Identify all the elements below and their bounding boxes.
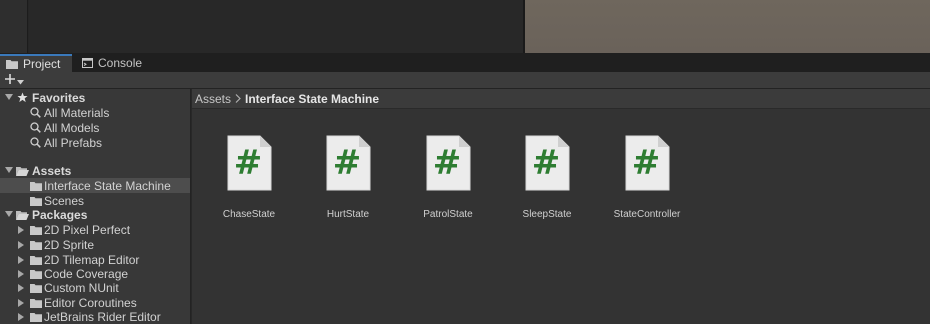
tab-console[interactable]: Console: [76, 54, 150, 72]
folder-icon: [29, 297, 42, 309]
star-icon: [16, 92, 29, 104]
folder-icon: [29, 180, 42, 192]
folder-icon: [29, 195, 42, 207]
packages-label: Packages: [32, 207, 88, 222]
tree-row-packages[interactable]: Packages: [0, 207, 190, 222]
tab-bar: Project Console: [0, 53, 930, 72]
tab-project[interactable]: Project: [0, 54, 72, 72]
asset-file[interactable]: # PatrolState: [403, 135, 493, 225]
asset-file-name: HurtState: [326, 209, 370, 220]
favorites-item[interactable]: All Materials: [0, 105, 190, 120]
left-side-panel: [0, 0, 28, 53]
chevron-down-icon: [17, 74, 24, 88]
script-hash-glyph: #: [333, 143, 362, 183]
package-item-label: Code Coverage: [44, 266, 129, 281]
package-item[interactable]: Custom NUnit: [0, 280, 190, 295]
collapsed-arrow-icon[interactable]: [16, 269, 26, 279]
package-item[interactable]: 2D Tilemap Editor: [0, 252, 190, 267]
csharp-script-icon: #: [326, 135, 371, 191]
package-item[interactable]: Code Coverage: [0, 266, 190, 281]
collapsed-arrow-icon[interactable]: [16, 225, 26, 235]
assets-label: Assets: [32, 163, 72, 178]
package-item[interactable]: Editor Coroutines: [0, 295, 190, 310]
collapsed-arrow-icon[interactable]: [16, 283, 26, 293]
console-icon: [82, 58, 93, 68]
favorites-item[interactable]: All Models: [0, 120, 190, 135]
assets-item-label: Scenes: [44, 193, 85, 208]
open-folder-icon: [16, 209, 29, 221]
csharp-script-icon: #: [227, 135, 272, 191]
script-hash-glyph: #: [532, 143, 561, 183]
csharp-script-icon: #: [625, 135, 670, 191]
script-hash-glyph: #: [632, 143, 661, 183]
top-editor-region: [0, 0, 930, 53]
package-item-label: 2D Pixel Perfect: [44, 222, 131, 237]
asset-file[interactable]: # ChaseState: [204, 135, 294, 225]
folder-icon: [29, 311, 42, 323]
chevron-right-icon: [235, 92, 241, 106]
assets-item[interactable]: Scenes: [0, 193, 190, 208]
hierarchy-panel[interactable]: [29, 0, 523, 53]
search-icon: [29, 122, 42, 134]
folder-icon: [29, 282, 42, 294]
tree-row-favorites[interactable]: Favorites: [0, 90, 190, 105]
asset-file-name: SleepState: [522, 209, 572, 220]
project-tree-panel[interactable]: Favorites All Materials All Models All P…: [0, 89, 191, 324]
favorites-item-label: All Prefabs: [44, 135, 103, 150]
package-item-label: 2D Tilemap Editor: [44, 252, 140, 267]
asset-file-name: ChaseState: [222, 209, 276, 220]
folder-icon: [6, 59, 18, 69]
tab-console-label: Console: [98, 56, 143, 70]
collapsed-arrow-icon[interactable]: [16, 312, 26, 322]
expand-arrow-icon[interactable]: [4, 166, 14, 176]
asset-file[interactable]: # HurtState: [303, 135, 393, 225]
breadcrumb-current[interactable]: Interface State Machine: [245, 92, 379, 106]
asset-file[interactable]: # StateController: [602, 135, 692, 225]
asset-file[interactable]: # SleepState: [502, 135, 592, 225]
folder-icon: [29, 239, 42, 251]
plus-icon: [4, 73, 16, 88]
collapsed-arrow-icon[interactable]: [16, 298, 26, 308]
assets-item-label: Interface State Machine: [44, 178, 171, 193]
tab-project-label: Project: [23, 57, 61, 71]
assets-item-selected[interactable]: Interface State Machine: [0, 178, 190, 193]
collapsed-arrow-icon[interactable]: [16, 240, 26, 250]
favorites-item[interactable]: All Prefabs: [0, 135, 190, 150]
asset-file-name: StateController: [613, 209, 681, 220]
package-item-label: JetBrains Rider Editor: [44, 309, 161, 324]
tree-row-assets[interactable]: Assets: [0, 163, 190, 178]
game-view-panel[interactable]: [525, 0, 930, 53]
breadcrumb: Assets Interface State Machine: [192, 89, 930, 109]
package-item-label: 2D Sprite: [44, 237, 95, 252]
folder-icon: [29, 268, 42, 280]
breadcrumb-root[interactable]: Assets: [195, 92, 231, 106]
csharp-script-icon: #: [525, 135, 570, 191]
open-folder-icon: [16, 165, 29, 177]
package-item[interactable]: JetBrains Rider Editor: [0, 309, 190, 324]
asset-file-name: PatrolState: [423, 209, 473, 220]
add-asset-button[interactable]: [4, 73, 30, 88]
favorites-item-label: All Models: [44, 120, 100, 135]
folder-icon: [29, 224, 42, 236]
folder-icon: [29, 254, 42, 266]
expand-arrow-icon[interactable]: [4, 210, 14, 220]
csharp-script-icon: #: [426, 135, 471, 191]
package-item[interactable]: 2D Pixel Perfect: [0, 222, 190, 237]
search-icon: [29, 137, 42, 149]
expand-arrow-icon[interactable]: [4, 93, 14, 103]
package-item-label: Custom NUnit: [44, 280, 119, 295]
favorites-label: Favorites: [32, 90, 86, 105]
script-hash-glyph: #: [433, 143, 462, 183]
search-icon: [29, 107, 42, 119]
package-item-label: Editor Coroutines: [44, 295, 137, 310]
project-toolbar: [0, 72, 930, 89]
favorites-item-label: All Materials: [44, 105, 110, 120]
project-content-panel[interactable]: Assets Interface State Machine # ChaseSt…: [192, 89, 930, 324]
package-item[interactable]: 2D Sprite: [0, 237, 190, 252]
script-hash-glyph: #: [234, 143, 263, 183]
collapsed-arrow-icon[interactable]: [16, 255, 26, 265]
